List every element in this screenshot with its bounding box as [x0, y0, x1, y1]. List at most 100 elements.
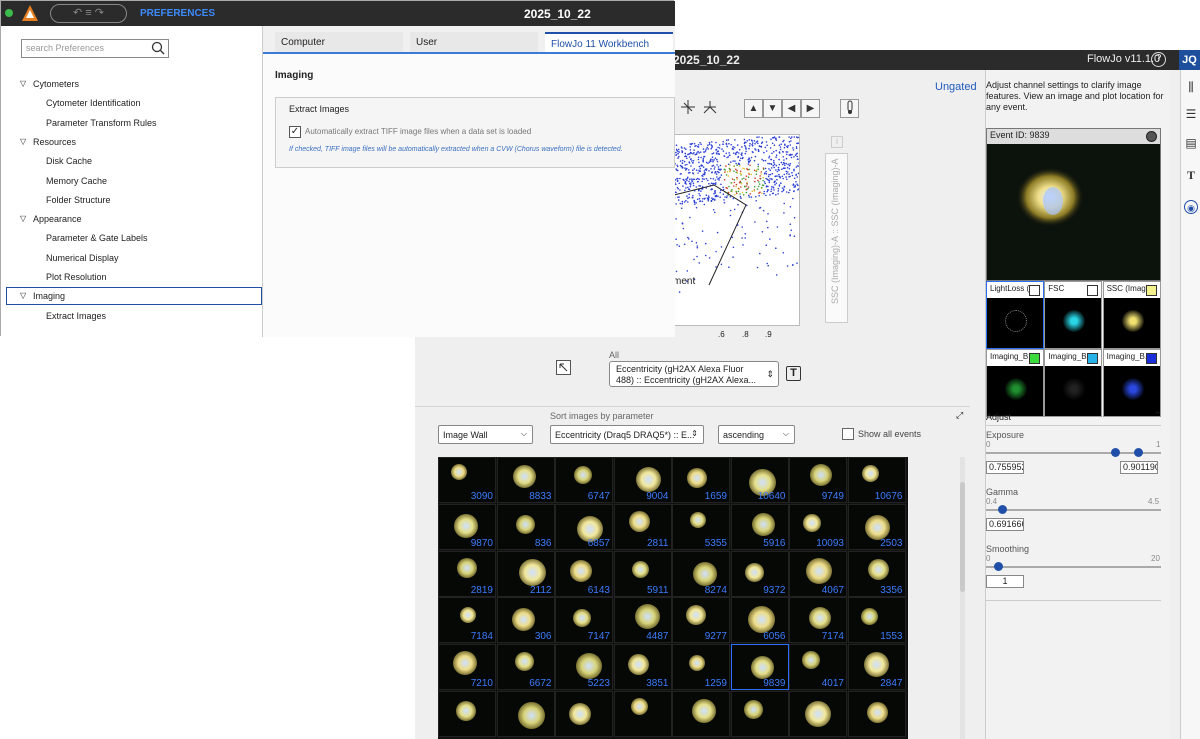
channel-tile[interactable]: Imaging_B...: [986, 349, 1044, 417]
wall-cell[interactable]: 1259: [672, 644, 730, 691]
wall-cell[interactable]: 5916: [730, 503, 789, 550]
resize-plot-button[interactable]: [556, 360, 571, 375]
event-image-viewer[interactable]: Event ID: 9839: [986, 128, 1161, 281]
expand-icon[interactable]: ⤢: [956, 410, 966, 420]
wall-cell[interactable]: 9839: [730, 644, 789, 691]
tree-item[interactable]: Disk Cache: [46, 156, 92, 166]
spider-tool-button[interactable]: [700, 98, 719, 117]
tree-group[interactable]: Imaging: [33, 291, 65, 301]
wall-cell[interactable]: 2503: [847, 503, 906, 550]
wall-cell[interactable]: [438, 691, 496, 737]
tree-group[interactable]: Appearance: [33, 214, 82, 224]
tree-group[interactable]: Resources: [33, 137, 76, 147]
expand-triangle-icon[interactable]: ▽: [20, 291, 26, 300]
wall-cell[interactable]: 4017: [789, 644, 847, 691]
wall-cell[interactable]: 3356: [847, 550, 906, 597]
wall-cell[interactable]: [555, 691, 613, 737]
wall-cell[interactable]: 6672: [496, 644, 555, 691]
channel-tile[interactable]: Imaging_B...: [1102, 349, 1161, 417]
help-icon[interactable]: ?: [1151, 52, 1166, 67]
search-icon[interactable]: [151, 41, 165, 55]
tab-flowjo-workbench[interactable]: FlowJo 11 Workbench: [545, 32, 673, 52]
wall-cell[interactable]: 5911: [613, 550, 672, 597]
wall-cell[interactable]: 3090: [438, 457, 496, 503]
info-icon[interactable]: i: [831, 136, 843, 148]
adjust-header[interactable]: Adjust: [986, 412, 1011, 422]
exposure-high-knob[interactable]: [1134, 448, 1143, 457]
wall-cell[interactable]: 6056: [730, 597, 789, 644]
show-all-checkbox[interactable]: [842, 428, 854, 440]
wall-cell[interactable]: 2811: [613, 503, 672, 550]
text-icon[interactable]: T: [1184, 168, 1198, 182]
thermometer-button[interactable]: [840, 99, 859, 118]
tree-group[interactable]: Cytometers: [33, 79, 79, 89]
search-preferences-input[interactable]: search Preferences: [21, 39, 169, 58]
gate-outline[interactable]: [674, 184, 747, 286]
expand-triangle-icon[interactable]: ▽: [20, 214, 26, 223]
window-zoom-button[interactable]: [5, 9, 13, 17]
wall-cell[interactable]: [730, 691, 789, 737]
tab-user[interactable]: User: [410, 32, 538, 52]
smoothing-knob[interactable]: [994, 562, 1003, 571]
channel-tile[interactable]: SSC (Imagi...: [1102, 281, 1161, 349]
plot-tool-left[interactable]: [678, 98, 697, 117]
wall-cell[interactable]: [613, 691, 672, 737]
text-toggle-icon[interactable]: T: [786, 366, 801, 381]
gamma-slider[interactable]: [986, 505, 1161, 514]
wall-scrollbar[interactable]: [960, 457, 965, 739]
channel-color-swatch[interactable]: [1087, 353, 1099, 364]
wall-cell[interactable]: 2847: [847, 644, 906, 691]
wall-cell[interactable]: 5355: [672, 503, 730, 550]
y-axis-selector[interactable]: SSC (Imaging)-A :: SSC (Imaging)-A: [825, 153, 848, 323]
wall-cell[interactable]: 7184: [438, 597, 496, 644]
smoothing-field[interactable]: 1: [986, 575, 1024, 588]
history-controls[interactable]: ↶ ≡ ↷: [50, 4, 127, 23]
wall-cell[interactable]: [789, 691, 847, 737]
tree-item[interactable]: Extract Images: [46, 311, 106, 321]
wall-cell[interactable]: 2819: [438, 550, 496, 597]
wall-cell[interactable]: 7147: [555, 597, 613, 644]
wall-cell[interactable]: 1659: [672, 457, 730, 503]
layout-icon[interactable]: ▤: [1184, 136, 1198, 150]
expand-triangle-icon[interactable]: ▽: [20, 137, 26, 146]
exposure-slider[interactable]: [986, 448, 1161, 457]
wall-cell[interactable]: 1553: [847, 597, 906, 644]
wall-cell[interactable]: 306: [496, 597, 555, 644]
view-select[interactable]: Image Wall ⌵: [438, 425, 533, 444]
channel-tile[interactable]: LightLoss (...: [986, 281, 1044, 349]
wall-cell[interactable]: 9372: [730, 550, 789, 597]
channel-color-swatch[interactable]: [1029, 353, 1040, 364]
tree-item[interactable]: Numerical Display: [46, 253, 119, 263]
scatter-plot[interactable]: [673, 134, 800, 326]
nav-down-button[interactable]: ▼: [763, 99, 782, 118]
wall-cell[interactable]: 4067: [789, 550, 847, 597]
wall-cell[interactable]: 10640: [730, 457, 789, 503]
wall-cell[interactable]: 10093: [789, 503, 847, 550]
wall-cell[interactable]: 2112: [496, 550, 555, 597]
wall-cell[interactable]: [847, 691, 906, 737]
tree-item[interactable]: Parameter & Gate Labels: [46, 233, 148, 243]
channel-tile[interactable]: Imaging_B...: [1044, 349, 1103, 417]
tree-item[interactable]: Cytometer Identification: [46, 98, 141, 108]
channel-color-swatch[interactable]: [1145, 285, 1157, 296]
nav-up-button[interactable]: ▲: [744, 99, 763, 118]
wall-cell[interactable]: 6747: [555, 457, 613, 503]
sliders-icon[interactable]: ☰: [1184, 107, 1198, 121]
extract-tiff-checkbox[interactable]: ✓: [289, 126, 301, 138]
nav-left-button[interactable]: ◀: [782, 99, 801, 118]
ungated-link[interactable]: Ungated: [935, 81, 977, 93]
channel-color-swatch[interactable]: [1145, 353, 1157, 364]
wall-cell[interactable]: 9004: [613, 457, 672, 503]
wall-cell[interactable]: [496, 691, 555, 737]
channel-color-swatch[interactable]: [1087, 285, 1099, 296]
expand-triangle-icon[interactable]: ▽: [20, 79, 26, 88]
exposure-low-knob[interactable]: [1111, 448, 1120, 457]
sort-param-select[interactable]: Eccentricity (Draq5 DRAQ5*) :: E... ⇕: [550, 425, 704, 444]
tab-computer[interactable]: Computer: [275, 32, 403, 52]
nav-right-button[interactable]: ▶: [801, 99, 820, 118]
tree-item[interactable]: Folder Structure: [46, 195, 111, 205]
wall-cell[interactable]: 5223: [555, 644, 613, 691]
wall-cell[interactable]: 9870: [438, 503, 496, 550]
tree-item[interactable]: Plot Resolution: [46, 272, 107, 282]
wall-cell[interactable]: 7174: [789, 597, 847, 644]
